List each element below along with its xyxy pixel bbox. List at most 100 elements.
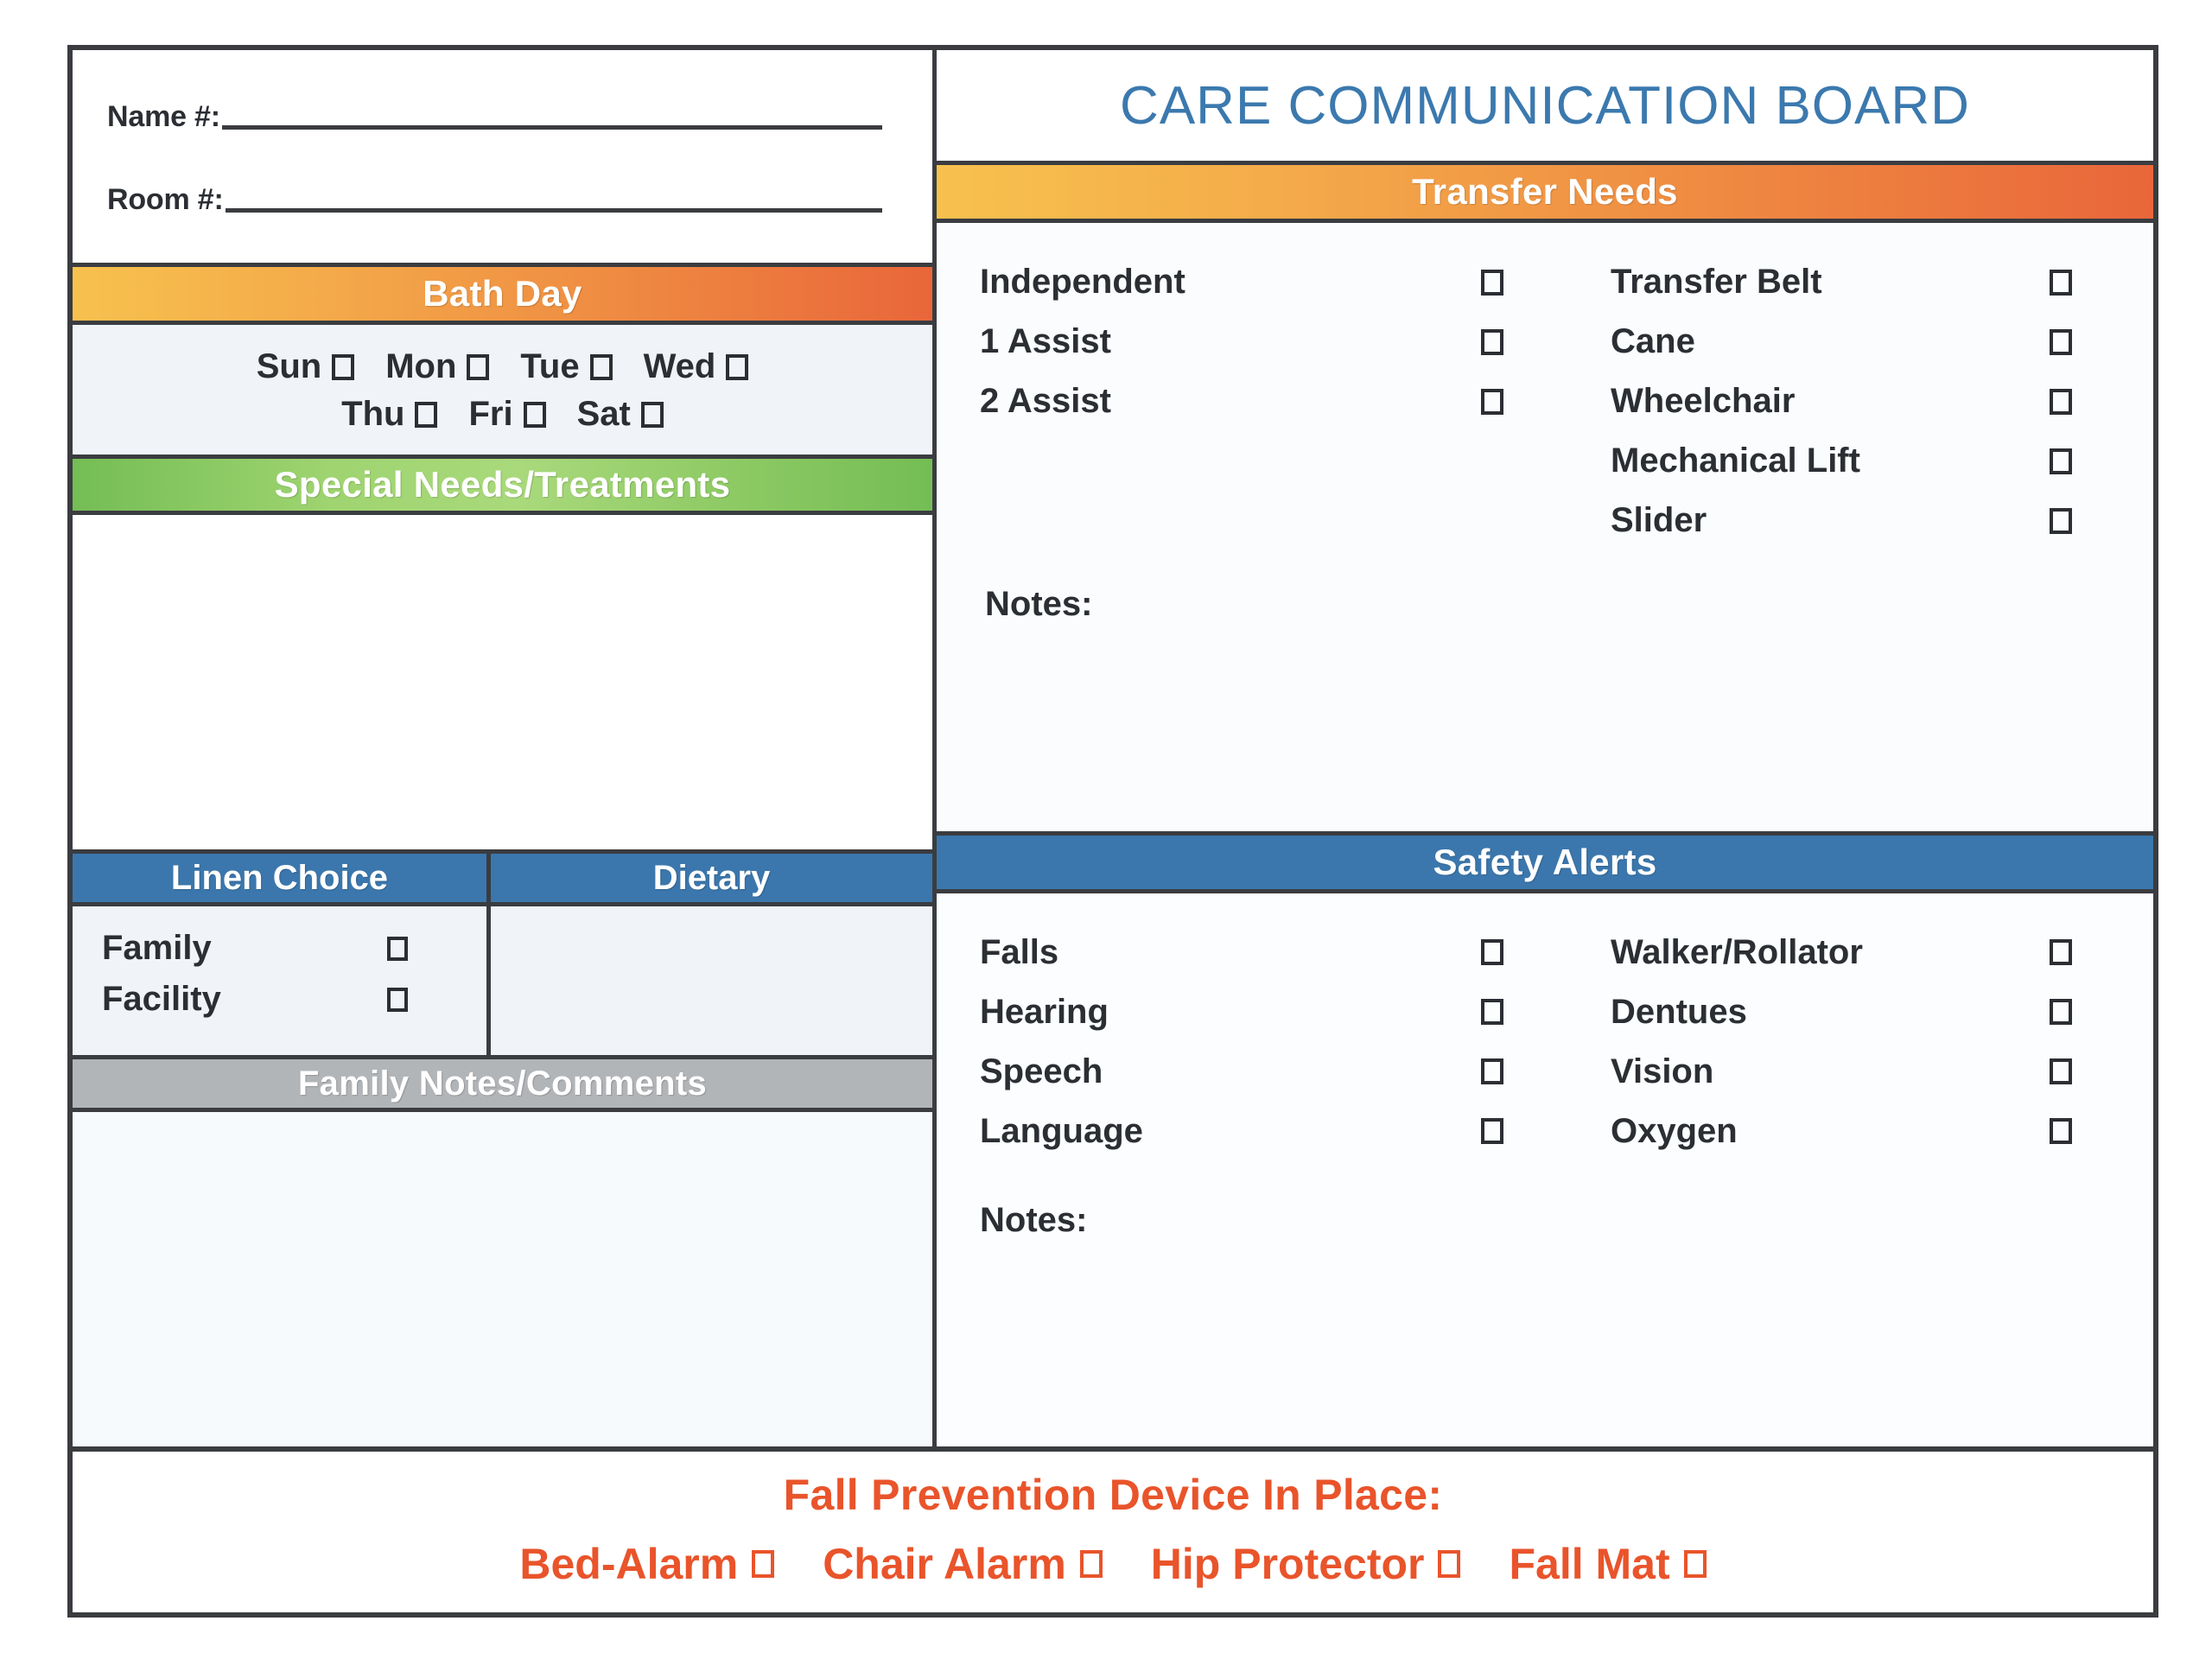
safety-option-speech[interactable]: Speech bbox=[980, 1042, 1611, 1102]
fall-option-hip-protector[interactable]: Hip Protector bbox=[1151, 1539, 1461, 1589]
bath-day-sun[interactable]: Sun bbox=[257, 347, 355, 386]
safety-option-vision[interactable]: Vision bbox=[1611, 1042, 2153, 1102]
transfer-option-wheelchair-box-slot bbox=[2050, 388, 2153, 415]
bath-day-tue-checkbox[interactable] bbox=[589, 353, 613, 380]
bath-day-tue[interactable]: Tue bbox=[520, 347, 613, 386]
bath-day-fri-checkbox[interactable] bbox=[523, 401, 546, 428]
fall-option-chair-alarm[interactable]: Chair Alarm bbox=[823, 1539, 1103, 1589]
linen-choice-header: Linen Choice bbox=[73, 849, 491, 906]
transfer-option-independent-box-slot bbox=[1481, 269, 1611, 296]
bath-day-body: Sun Mon Tue Wed Thu Fri Sat bbox=[73, 325, 932, 454]
transfer-option-slider-box-slot bbox=[2050, 507, 2153, 534]
transfer-option-transfer-belt-box-slot bbox=[2050, 269, 2153, 296]
fall-option-bed-alarm-label: Bed-Alarm bbox=[519, 1540, 739, 1588]
safety-option-dentues-checkbox[interactable] bbox=[2050, 999, 2072, 1025]
transfer-option-2-assist-label: 2 Assist bbox=[980, 382, 1111, 420]
bath-day-sat[interactable]: Sat bbox=[577, 395, 664, 434]
transfer-option-transfer-belt[interactable]: Transfer Belt bbox=[1611, 252, 2153, 312]
safety-option-language[interactable]: Language bbox=[980, 1102, 1611, 1161]
transfer-needs-body: Independent 1 Assist 2 Assist Transfer B… bbox=[937, 223, 2153, 831]
safety-option-falls[interactable]: Falls bbox=[980, 923, 1611, 982]
transfer-option-independent-checkbox[interactable] bbox=[1481, 269, 1503, 296]
room-input-line[interactable] bbox=[225, 207, 882, 213]
fall-option-bed-alarm-checkbox[interactable] bbox=[752, 1550, 775, 1578]
fall-option-chair-alarm-checkbox[interactable] bbox=[1079, 1550, 1103, 1578]
bath-day-thu[interactable]: Thu bbox=[341, 395, 438, 434]
transfer-option-transfer-belt-label: Transfer Belt bbox=[1611, 263, 1822, 301]
safety-option-vision-checkbox[interactable] bbox=[2050, 1058, 2072, 1084]
bath-day-thu-checkbox[interactable] bbox=[415, 401, 438, 428]
safety-option-walker-rollator[interactable]: Walker/Rollator bbox=[1611, 923, 2153, 982]
safety-option-language-checkbox[interactable] bbox=[1481, 1118, 1503, 1144]
safety-option-language-box-slot bbox=[1481, 1118, 1611, 1144]
linen-option-facility-label: Facility bbox=[102, 980, 221, 1018]
safety-option-hearing-checkbox[interactable] bbox=[1481, 999, 1503, 1025]
bath-day-sat-checkbox[interactable] bbox=[640, 401, 664, 428]
safety-option-walker-rollator-label: Walker/Rollator bbox=[1611, 932, 1863, 971]
bath-day-wed[interactable]: Wed bbox=[644, 347, 749, 386]
bath-day-tue-label: Tue bbox=[520, 347, 580, 385]
transfer-option-mechanical-lift-label: Mechanical Lift bbox=[1611, 442, 1860, 480]
linen-dietary-body-row: Family Facility bbox=[73, 906, 932, 1055]
linen-option-facility-checkbox[interactable] bbox=[387, 987, 408, 1012]
safety-option-vision-box-slot bbox=[2050, 1058, 2153, 1084]
transfer-notes-label: Notes: bbox=[985, 585, 1093, 623]
bath-day-mon[interactable]: Mon bbox=[385, 347, 490, 386]
special-needs-writein-area[interactable] bbox=[73, 515, 932, 849]
safety-option-hearing-label: Hearing bbox=[980, 992, 1109, 1031]
dietary-writein-area[interactable] bbox=[491, 906, 932, 1055]
safety-option-oxygen-checkbox[interactable] bbox=[2050, 1118, 2072, 1144]
transfer-option-2-assist-checkbox[interactable] bbox=[1481, 388, 1503, 415]
fall-option-fall-mat[interactable]: Fall Mat bbox=[1509, 1539, 1707, 1589]
safety-alerts-columns: Falls Hearing Speech Language Walker/Rol… bbox=[937, 923, 2153, 1161]
bath-day-mon-checkbox[interactable] bbox=[467, 353, 490, 380]
safety-option-dentues-box-slot bbox=[2050, 999, 2153, 1025]
name-label: Name #: bbox=[107, 100, 220, 133]
bath-day-wed-checkbox[interactable] bbox=[726, 353, 749, 380]
transfer-option-1-assist-checkbox[interactable] bbox=[1481, 328, 1503, 355]
transfer-option-wheelchair[interactable]: Wheelchair bbox=[1611, 372, 2153, 431]
transfer-option-transfer-belt-checkbox[interactable] bbox=[2050, 269, 2072, 296]
safety-option-dentues[interactable]: Dentues bbox=[1611, 982, 2153, 1042]
safety-option-oxygen[interactable]: Oxygen bbox=[1611, 1102, 2153, 1161]
transfer-option-slider[interactable]: Slider bbox=[1611, 491, 2153, 550]
transfer-option-mechanical-lift-checkbox[interactable] bbox=[2050, 448, 2072, 474]
name-input-line[interactable] bbox=[221, 124, 882, 130]
safety-option-falls-label: Falls bbox=[980, 932, 1059, 971]
transfer-option-slider-label: Slider bbox=[1611, 501, 1707, 539]
safety-option-speech-checkbox[interactable] bbox=[1481, 1058, 1503, 1084]
linen-choice-body: Family Facility bbox=[73, 906, 491, 1055]
care-communication-board: Name #: Room #: Bath Day Sun Mon Tue Wed… bbox=[67, 45, 2158, 1618]
transfer-option-independent[interactable]: Independent bbox=[980, 252, 1611, 312]
family-notes-header: Family Notes/Comments bbox=[73, 1055, 932, 1112]
fall-option-bed-alarm[interactable]: Bed-Alarm bbox=[519, 1539, 775, 1589]
safety-option-walker-rollator-checkbox[interactable] bbox=[2050, 939, 2072, 965]
linen-option-facility[interactable]: Facility bbox=[102, 980, 486, 1019]
transfer-option-2-assist-box-slot bbox=[1481, 388, 1611, 415]
transfer-option-cane-box-slot bbox=[2050, 328, 2153, 355]
transfer-option-cane[interactable]: Cane bbox=[1611, 312, 2153, 372]
linen-option-family-checkbox[interactable] bbox=[387, 936, 408, 961]
transfer-option-slider-checkbox[interactable] bbox=[2050, 507, 2072, 534]
bath-day-sun-label: Sun bbox=[256, 347, 322, 385]
page-title: CARE COMMUNICATION BOARD bbox=[1120, 75, 1970, 136]
linen-option-family[interactable]: Family bbox=[102, 929, 486, 968]
transfer-option-1-assist[interactable]: 1 Assist bbox=[980, 312, 1611, 372]
bath-day-sun-checkbox[interactable] bbox=[332, 353, 355, 380]
safety-option-oxygen-label: Oxygen bbox=[1611, 1111, 1738, 1150]
fall-option-fall-mat-checkbox[interactable] bbox=[1683, 1550, 1707, 1578]
safety-option-falls-box-slot bbox=[1481, 939, 1611, 965]
transfer-option-2-assist[interactable]: 2 Assist bbox=[980, 372, 1611, 431]
safety-option-hearing[interactable]: Hearing bbox=[980, 982, 1611, 1042]
safety-option-falls-checkbox[interactable] bbox=[1481, 939, 1503, 965]
name-row: Name #: bbox=[107, 102, 898, 131]
transfer-option-wheelchair-checkbox[interactable] bbox=[2050, 388, 2072, 415]
transfer-option-cane-checkbox[interactable] bbox=[2050, 328, 2072, 355]
bath-day-mon-label: Mon bbox=[385, 347, 457, 385]
left-column: Name #: Room #: Bath Day Sun Mon Tue Wed… bbox=[73, 50, 937, 1446]
safety-option-walker-rollator-box-slot bbox=[2050, 939, 2153, 965]
bath-day-fri[interactable]: Fri bbox=[468, 395, 546, 434]
family-notes-writein-area[interactable] bbox=[73, 1112, 932, 1446]
transfer-option-mechanical-lift[interactable]: Mechanical Lift bbox=[1611, 431, 2153, 491]
fall-option-hip-protector-checkbox[interactable] bbox=[1438, 1550, 1461, 1578]
